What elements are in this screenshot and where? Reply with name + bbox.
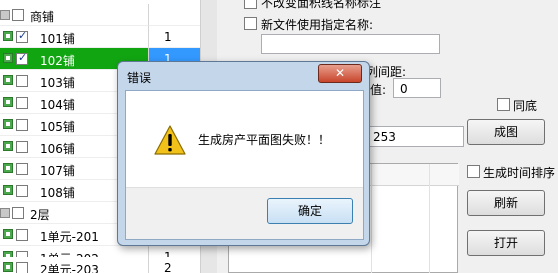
value-input[interactable]: 0 — [393, 78, 441, 98]
unit-icon — [3, 53, 13, 63]
tree-item-label: 1单元-201 — [40, 230, 99, 244]
item-checkbox[interactable] — [16, 141, 28, 153]
sort-by-time-checkbox[interactable] — [467, 165, 480, 178]
no-change-label-checkbox[interactable] — [244, 0, 257, 9]
grid-column-divider — [429, 164, 430, 273]
use-name-checkbox[interactable] — [244, 17, 257, 30]
group-checkbox[interactable] — [12, 9, 24, 21]
item-checkbox[interactable] — [16, 185, 28, 197]
tree-item-101[interactable]: 101铺 1 — [0, 26, 200, 48]
unit-icon — [3, 75, 13, 85]
tree-row-main: 商铺 — [0, 4, 148, 26]
item-checkbox[interactable] — [16, 163, 28, 175]
warning-icon — [154, 125, 186, 155]
unit-icon — [3, 31, 13, 41]
ok-button[interactable]: 确定 — [267, 198, 353, 224]
value-label: 值: — [370, 83, 387, 97]
close-button[interactable]: ✕ — [318, 64, 362, 83]
tree-value-cell: 1 — [148, 26, 200, 48]
group-checkbox[interactable] — [12, 207, 24, 219]
number-input[interactable]: 253 — [366, 126, 464, 147]
tree-item-label: 106铺 — [40, 142, 75, 156]
group-collapse-icon[interactable] — [0, 208, 10, 218]
tree-item-label: 2单元-203 — [40, 263, 99, 273]
dialog-body: 生成房产平面图失败！！ 确定 — [125, 90, 364, 240]
close-icon: ✕ — [334, 66, 346, 80]
unit-icon — [3, 97, 13, 107]
use-name-label: 新文件使用指定名称: — [261, 18, 374, 32]
item-checkbox[interactable] — [16, 29, 28, 43]
unit-icon — [3, 163, 13, 173]
open-button[interactable]: 打开 — [467, 230, 545, 256]
tree-value-cell: 2 — [148, 257, 200, 273]
file-name-input[interactable] — [261, 34, 440, 54]
unit-icon — [3, 119, 13, 129]
item-checkbox[interactable] — [16, 262, 28, 273]
same-bottom-label: 同底 — [513, 99, 538, 113]
tree-item-label: 105铺 — [40, 120, 75, 134]
unit-icon — [3, 185, 13, 195]
error-dialog: 错误 ✕ 生成房产平面图失败！！ 确定 — [117, 61, 370, 246]
item-checkbox[interactable] — [16, 51, 28, 65]
dialog-title: 错误 — [127, 71, 152, 85]
no-change-label-text: 不改变面积线名称标注 — [261, 0, 382, 10]
tree-value-cell — [148, 4, 200, 26]
same-bottom-checkbox[interactable] — [497, 98, 510, 111]
item-checkbox[interactable] — [16, 229, 28, 241]
tree-item-label: 102铺 — [40, 54, 75, 68]
tree-item-label: 103铺 — [40, 76, 75, 90]
error-message: 生成房产平面图失败！！ — [198, 133, 331, 147]
item-checkbox[interactable] — [16, 97, 28, 109]
tree-item-2-203[interactable]: 2单元-203 2 — [0, 257, 200, 273]
item-checkbox[interactable] — [16, 75, 28, 87]
tree-item-label: 108铺 — [40, 186, 75, 200]
group-collapse-icon[interactable] — [0, 10, 10, 20]
tree-item-label: 107铺 — [40, 164, 75, 178]
unit-icon — [3, 229, 13, 239]
tree-group-label: 2层 — [30, 208, 50, 222]
tree-row-main: 101铺 — [0, 26, 148, 48]
tree-row-main: 2单元-203 — [0, 257, 148, 273]
tree-item-label: 101铺 — [40, 32, 75, 46]
unit-icon — [3, 141, 13, 151]
item-checkbox[interactable] — [16, 119, 28, 131]
sort-by-time-label: 生成时间排序 — [483, 166, 556, 180]
refresh-button[interactable]: 刷新 — [467, 190, 545, 216]
grid-column-divider — [371, 164, 372, 273]
tree-item-label: 104铺 — [40, 98, 75, 112]
unit-icon — [3, 262, 13, 272]
make-image-button[interactable]: 成图 — [467, 119, 545, 145]
tree-group-label: 商铺 — [30, 10, 55, 24]
tree-group-shops[interactable]: 商铺 — [0, 4, 200, 26]
